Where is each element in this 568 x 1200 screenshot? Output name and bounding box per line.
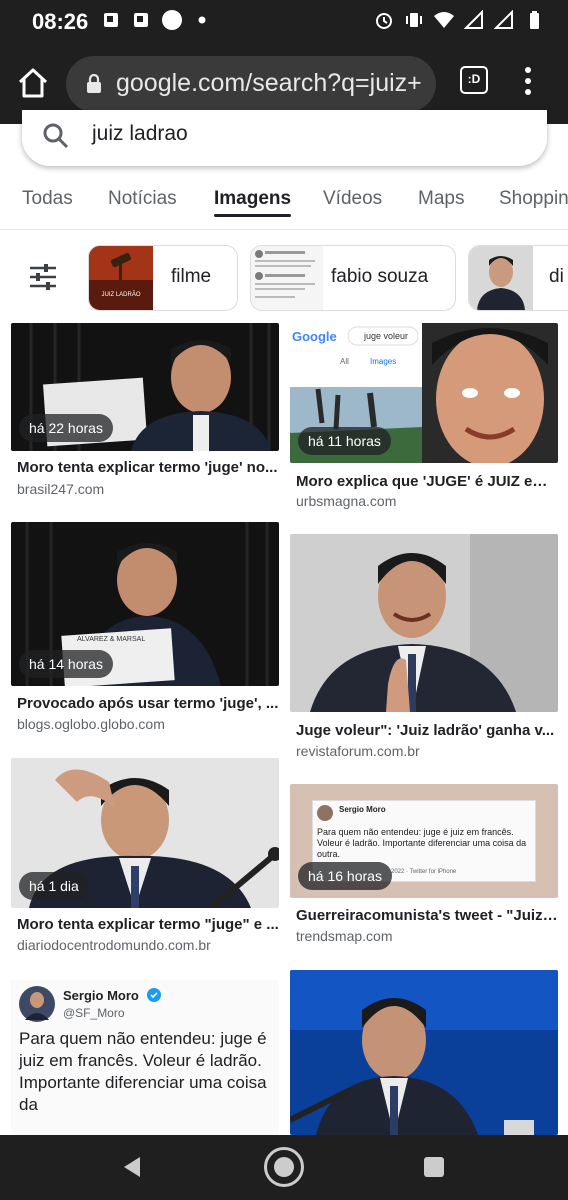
signal-icon xyxy=(494,10,513,29)
circle-icon xyxy=(162,10,182,30)
tab-maps[interactable]: Maps xyxy=(418,188,464,210)
thumb-paper-text: ALVAREZ & MARSAL xyxy=(77,636,146,643)
home-button[interactable] xyxy=(264,1147,304,1187)
thumb-tab-images: Images xyxy=(370,357,397,366)
chip-more[interactable]: di xyxy=(468,245,568,311)
result-title[interactable]: Guerreiracomunista's tweet - "Juiz ... xyxy=(296,907,558,924)
thumb-tweet-meta: 2022 · Twitter for iPhone xyxy=(391,869,457,875)
result-image xyxy=(290,534,558,712)
search-input[interactable]: juiz ladrao xyxy=(92,122,188,146)
chip-thumbnail xyxy=(89,246,153,310)
chip-label: fabio souza xyxy=(331,266,429,287)
search-icon[interactable] xyxy=(42,122,70,150)
signal-icon xyxy=(464,10,483,29)
result-source: brasil247.com xyxy=(17,481,105,497)
avatar xyxy=(19,986,55,1022)
result-source: blogs.oglobo.globo.com xyxy=(17,716,165,732)
result-source: urbsmagna.com xyxy=(296,493,397,509)
thumb-tweet-name: Sergio Moro xyxy=(339,805,386,814)
home-icon[interactable] xyxy=(16,66,50,100)
status-bar: 08:26 xyxy=(0,0,568,44)
result-card[interactable]: Juge voleur": 'Juiz ladrão' ganha v... r… xyxy=(290,534,558,764)
tab-switcher-button[interactable]: :D xyxy=(460,66,488,94)
chip-thumbnail-text: JUIZ LADRÃO xyxy=(101,292,141,298)
tab-shopping[interactable]: Shoppin xyxy=(499,188,568,210)
android-nav-bar xyxy=(0,1135,568,1200)
tab-imagens[interactable]: Imagens xyxy=(214,188,291,210)
result-card[interactable]: Google juge voleur All Images há 11 hora… xyxy=(290,323,558,518)
notification-icon xyxy=(134,13,148,27)
chip-filme[interactable]: JUIZ LADRÃO filme xyxy=(88,245,238,311)
url-bar[interactable]: google.com/search?q=juiz+ xyxy=(66,56,436,112)
filter-icon[interactable] xyxy=(28,262,58,292)
result-card[interactable]: Sergio Moro @SF_Moro Para quem não enten… xyxy=(11,980,279,1135)
result-source: trendsmap.com xyxy=(296,928,393,944)
time-badge: há 22 horas xyxy=(19,414,113,442)
result-source: diariodocentrodomundo.com.br xyxy=(17,937,211,953)
recents-icon[interactable] xyxy=(424,1157,444,1177)
thumb-search-text: juge voleur xyxy=(364,331,409,341)
verified-icon xyxy=(147,988,161,1002)
tweet-text: Para quem não entendeu: juge é juiz em f… xyxy=(19,1029,267,1114)
tab-todas[interactable]: Todas xyxy=(22,188,73,210)
status-time: 08:26 xyxy=(32,9,89,34)
result-title[interactable]: Provocado após usar termo 'juge', ... xyxy=(17,695,279,712)
more-menu-icon[interactable] xyxy=(518,64,538,98)
result-card[interactable]: ALVAREZ & MARSAL há 14 horas Provocado a… xyxy=(11,522,279,737)
chip-label: filme xyxy=(171,266,212,287)
tweet-handle: @SF_Moro xyxy=(63,1006,125,1020)
active-tab-indicator xyxy=(214,214,291,217)
result-title[interactable]: Moro explica que 'JUGE' é JUIZ em... xyxy=(296,473,558,490)
dot-icon xyxy=(198,16,206,24)
chip-thumbnail xyxy=(469,246,533,310)
related-chips: JUIZ LADRÃO filme fabio souza di xyxy=(0,238,568,318)
time-badge: há 16 horas xyxy=(298,862,392,890)
time-badge: há 14 horas xyxy=(19,650,113,678)
chip-thumbnail xyxy=(251,246,323,310)
result-title[interactable]: Juge voleur": 'Juiz ladrão' ganha v... xyxy=(296,722,558,739)
notification-icon xyxy=(104,13,118,27)
search-tabs: Todas Notícias Imagens Vídeos Maps Shopp… xyxy=(0,178,568,230)
tab-videos[interactable]: Vídeos xyxy=(323,188,382,210)
thumb-google-logo: Google xyxy=(292,329,337,344)
thumb-tweet-text: Para quem não entendeu: juge é juiz em f… xyxy=(317,827,527,859)
status-system-icons xyxy=(374,10,544,30)
result-card[interactable]: Sergio Moro Para quem não entendeu: juge… xyxy=(290,784,558,959)
tab-noticias[interactable]: Notícias xyxy=(108,188,177,210)
wifi-icon xyxy=(434,12,454,28)
lock-icon xyxy=(87,74,101,93)
result-title[interactable]: Moro tenta explicar termo 'juge' no... xyxy=(17,459,279,476)
thumb-tab-all: All xyxy=(340,357,349,366)
search-area: juiz ladrao xyxy=(0,110,568,176)
status-notification-icons xyxy=(102,10,212,30)
back-icon[interactable] xyxy=(120,1155,144,1179)
time-badge: há 11 horas xyxy=(298,427,391,455)
result-image xyxy=(290,970,558,1135)
tweet-author-name: Sergio Moro xyxy=(63,988,139,1003)
result-card[interactable]: há 1 dia Moro tenta explicar termo "juge… xyxy=(11,758,279,958)
battery-icon xyxy=(530,11,539,29)
url-text: google.com/search?q=juiz+ xyxy=(116,69,422,97)
chip-label: di xyxy=(549,266,564,287)
result-card[interactable] xyxy=(290,970,558,1135)
home-button-dot xyxy=(274,1157,294,1177)
chip-fabio-souza[interactable]: fabio souza xyxy=(250,245,456,311)
result-card[interactable]: há 22 horas Moro tenta explicar termo 'j… xyxy=(11,323,279,503)
alarm-icon xyxy=(376,13,392,29)
avatar xyxy=(317,805,333,821)
time-badge: há 1 dia xyxy=(19,872,89,900)
result-title[interactable]: Moro tenta explicar termo "juge" e ... xyxy=(17,916,279,933)
result-source: revistaforum.com.br xyxy=(296,743,420,759)
vibrate-icon xyxy=(406,13,422,27)
